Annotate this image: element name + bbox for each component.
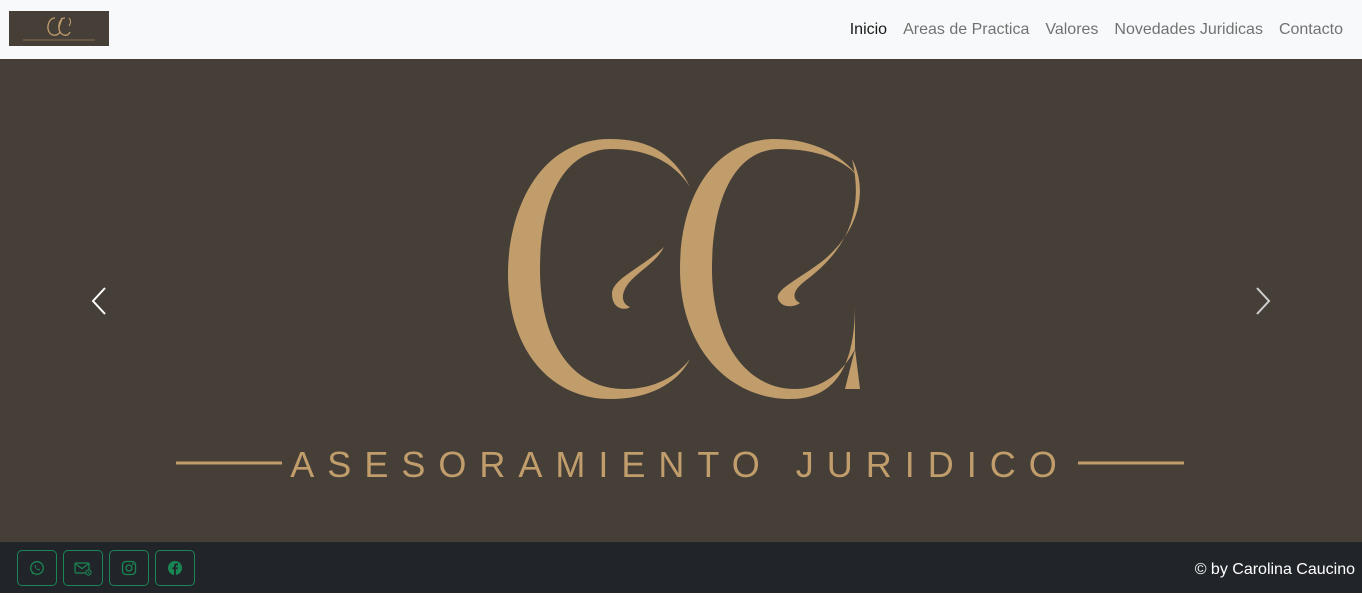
whatsapp-button[interactable] xyxy=(17,550,57,586)
cc-monogram-logo xyxy=(508,139,860,399)
social-links xyxy=(17,550,201,586)
brand-logo[interactable] xyxy=(9,11,109,46)
monogram-swash-left xyxy=(612,247,664,309)
hero-carousel: ASESORAMIENTO JURIDICO xyxy=(0,59,1362,542)
navbar: Inicio Areas de Practica Valores Novedad… xyxy=(0,0,1362,59)
facebook-icon xyxy=(168,561,182,575)
instagram-button[interactable] xyxy=(109,550,149,586)
email-icon xyxy=(74,562,92,576)
facebook-button[interactable] xyxy=(155,550,195,586)
hero-slide: ASESORAMIENTO JURIDICO xyxy=(176,139,1184,485)
chevron-left-icon xyxy=(91,286,106,315)
footer: © by Carolina Caucino xyxy=(0,542,1362,593)
monogram-c-right xyxy=(680,139,860,399)
whatsapp-icon xyxy=(30,561,44,575)
monogram-swash-right xyxy=(777,159,860,307)
email-button[interactable] xyxy=(63,550,103,586)
nav-link-novedades-juridicas[interactable]: Novedades Juridicas xyxy=(1106,21,1271,39)
carousel-next-button[interactable] xyxy=(1162,59,1362,542)
nav-link-inicio[interactable]: Inicio xyxy=(842,21,895,39)
nav-link-valores[interactable]: Valores xyxy=(1037,21,1106,39)
carousel-prev-button[interactable] xyxy=(0,59,200,542)
copyright-text: © by Carolina Caucino xyxy=(1194,561,1355,578)
nav-link-contacto[interactable]: Contacto xyxy=(1271,21,1351,39)
monogram-c-left xyxy=(508,139,690,399)
nav-menu: Inicio Areas de Practica Valores Novedad… xyxy=(842,0,1351,59)
instagram-icon xyxy=(121,560,137,576)
nav-link-areas-de-practica[interactable]: Areas de Practica xyxy=(895,21,1037,39)
hero-tagline: ASESORAMIENTO JURIDICO xyxy=(290,444,1069,485)
chevron-right-icon xyxy=(1256,286,1271,315)
monogram-tail xyxy=(845,349,860,389)
